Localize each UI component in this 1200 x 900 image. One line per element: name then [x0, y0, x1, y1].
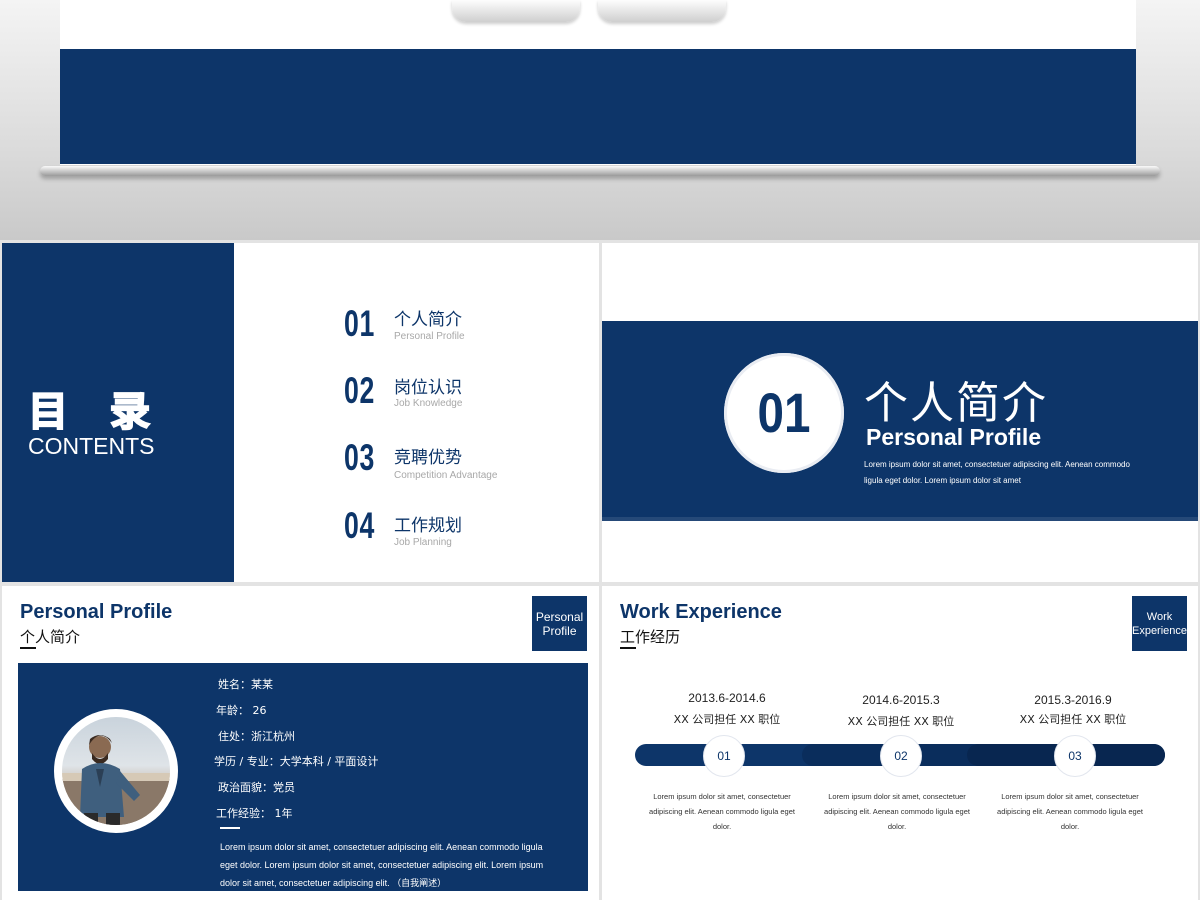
stand-left-clip [452, 0, 580, 22]
section-description: Lorem ipsum dolor sit amet, consectetuer… [864, 460, 1130, 485]
timeline-description: Lorem ipsum dolor sit amet, consectetuer… [824, 792, 970, 831]
section-divider-slide[interactable]: 01 个人简介 Personal Profile Lorem ipsum dol… [602, 243, 1198, 582]
section-number: 01 [757, 381, 811, 444]
profile-field-name: 姓名：某某 [218, 678, 273, 691]
contents-item-en: Job Knowledge [394, 398, 463, 409]
contents-item-num: 03 [344, 437, 376, 478]
timeline-role: XX 公司担任 XX 职位 [1019, 713, 1127, 726]
contents-item-en: Personal Profile [394, 331, 465, 342]
timeline-description: Lorem ipsum dolor sit amet, consectetuer… [649, 792, 795, 831]
contents-title-zh: 目 录 [27, 388, 164, 436]
timeline-role: XX 公司担任 XX 职位 [847, 715, 955, 728]
profile-divider [220, 827, 240, 829]
avatar [62, 717, 170, 825]
contents-item-num: 01 [344, 303, 376, 344]
person-photo-icon [62, 735, 170, 825]
contents-item-num: 04 [344, 505, 376, 546]
work-heading-underline [620, 647, 636, 649]
cover-shelf-rail [40, 166, 1160, 176]
section-title-en: Personal Profile [866, 424, 1042, 450]
profile-slide[interactable]: Personal Profile 个人简介 Personal Profile 姓… [2, 586, 599, 900]
section-title-zh: 个人简介 [864, 378, 1048, 429]
work-corner-tag: Work Experience [1132, 596, 1187, 651]
timeline-description: Lorem ipsum dolor sit amet, consectetuer… [997, 792, 1143, 831]
profile-description: Lorem ipsum dolor sit amet, consectetuer… [220, 842, 544, 888]
profile-field-experience: 工作经验： 1年 [216, 807, 293, 820]
stand-right-clip [598, 0, 726, 22]
contents-title-en: CONTENTS [28, 433, 155, 459]
cover-blue-band [60, 49, 1136, 164]
timeline-date: 2015.3-2016.9 [1034, 693, 1112, 707]
contents-item-zh: 竞聘优势 [394, 448, 462, 468]
section-band-underline [602, 517, 1198, 521]
timeline-role: XX 公司担任 XX 职位 [673, 713, 781, 726]
contents-item-zh: 个人简介 [394, 310, 462, 330]
profile-field-education: 学历 / 专业：大学本科 / 平面设计 [214, 755, 379, 768]
timeline-node: 01 [703, 735, 745, 777]
contents-item-en: Job Planning [394, 537, 452, 548]
contents-item-en: Competition Advantage [394, 470, 498, 481]
profile-field-age: 年龄： 26 [216, 704, 267, 717]
work-heading-en: Work Experience [620, 601, 782, 623]
profile-field-residence: 住处：浙江杭州 [218, 730, 295, 743]
timeline-node: 02 [880, 735, 922, 777]
timeline-node: 03 [1054, 735, 1096, 777]
profile-corner-tag: Personal Profile [532, 596, 587, 651]
contents-item-zh: 工作规划 [394, 516, 462, 536]
profile-field-politics: 政治面貌：党员 [218, 781, 295, 794]
work-experience-slide[interactable]: Work Experience 工作经历 Work Experience 201… [602, 586, 1198, 900]
work-heading-zh: 工作经历 [620, 628, 681, 646]
cover-slide-preview[interactable] [0, 0, 1200, 240]
profile-heading-underline [20, 647, 36, 649]
profile-heading-zh: 个人简介 [20, 628, 81, 646]
contents-item-num: 02 [344, 370, 376, 411]
timeline-date: 2014.6-2015.3 [862, 693, 940, 707]
timeline-date: 2013.6-2014.6 [688, 691, 766, 705]
contents-item-zh: 岗位认识 [394, 378, 462, 398]
contents-slide[interactable]: 目 录 CONTENTS 01 个人简介 Personal Profile 02… [2, 243, 599, 582]
profile-heading-en: Personal Profile [20, 601, 173, 623]
